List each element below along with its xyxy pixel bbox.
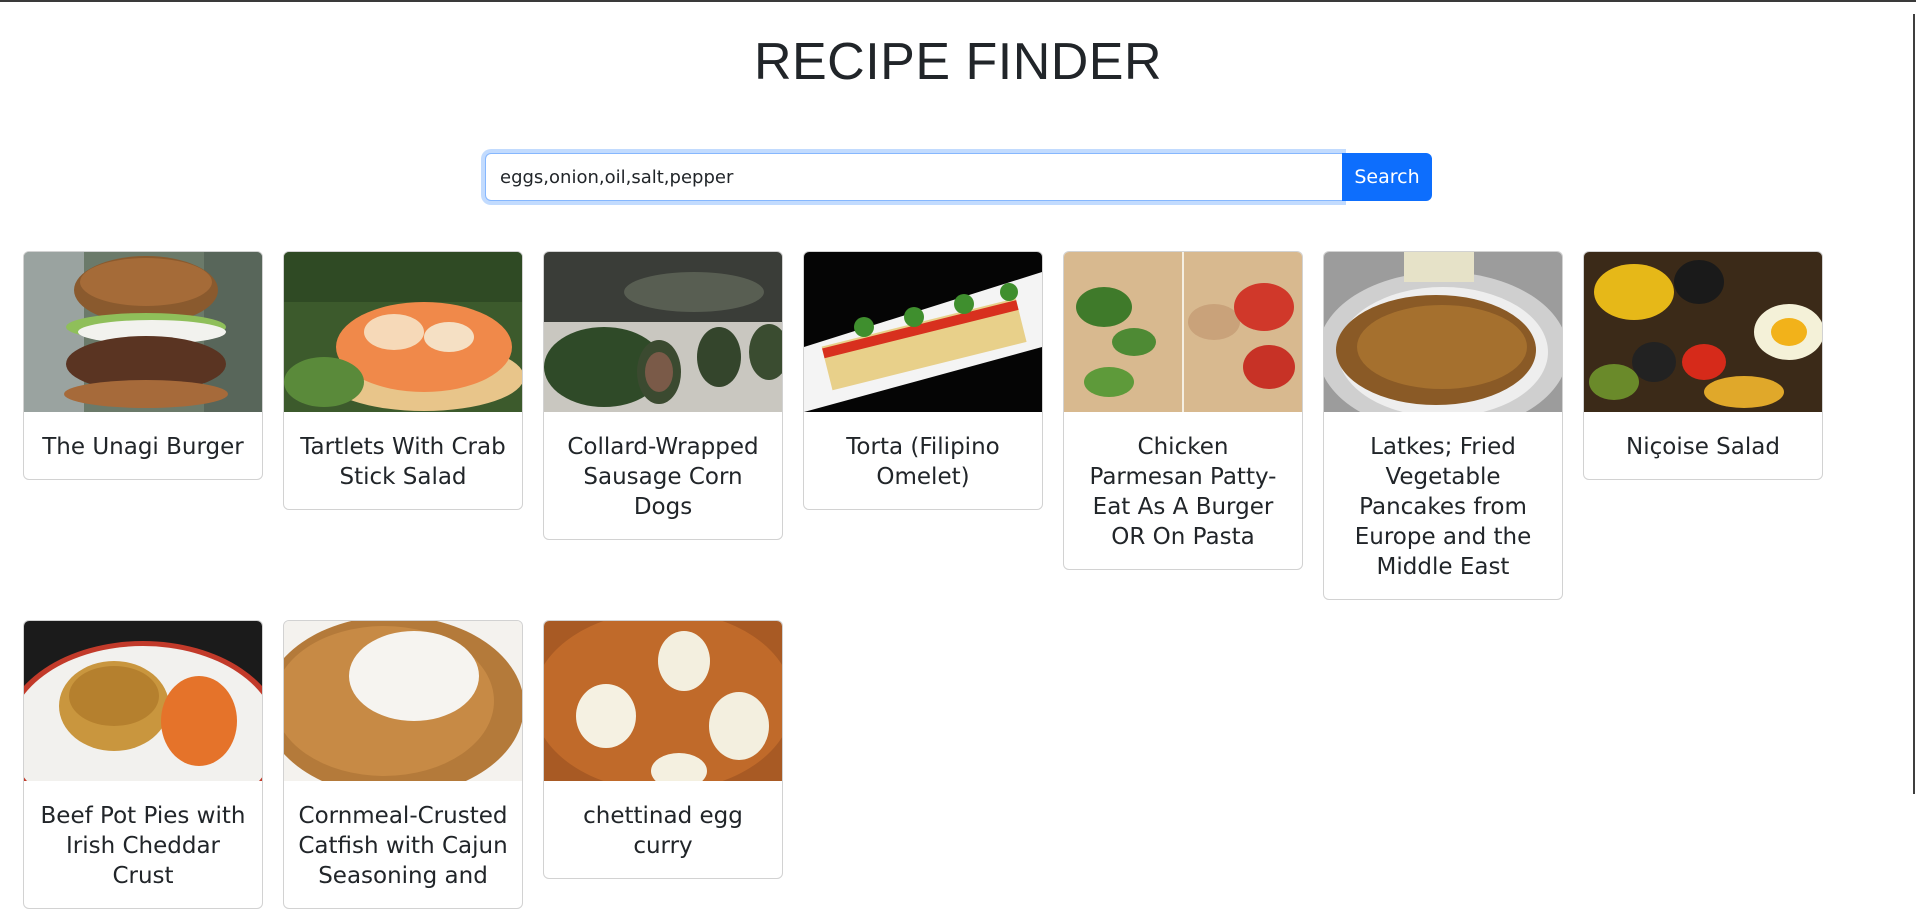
recipe-title: Latkes; Fried Vegetable Pancakes from Eu… (1354, 434, 1532, 580)
recipe-grid: The Unagi Burger Tartlets With Crab Stic… (23, 251, 1823, 909)
recipe-card[interactable]: Latkes; Fried Vegetable Pancakes from Eu… (1323, 251, 1563, 600)
search-input[interactable] (485, 153, 1342, 201)
recipe-image (1324, 252, 1562, 412)
recipe-image (24, 621, 262, 781)
recipe-card[interactable]: Chicken Parmesan Patty- Eat As A Burger … (1063, 251, 1303, 570)
recipe-title: Chicken Parmesan Patty- Eat As A Burger … (1089, 434, 1277, 550)
recipe-card[interactable]: Cornmeal-Crusted Catfish with Cajun Seas… (283, 620, 523, 909)
scrollbar-thumb[interactable] (1913, 14, 1915, 794)
recipe-title: Tartlets With Crab Stick Salad (300, 434, 506, 490)
recipe-title: Collard-Wrapped Sausage Corn Dogs (567, 434, 759, 520)
recipe-title: Torta (Filipino Omelet) (846, 434, 1000, 490)
search-bar: Search (485, 153, 1432, 201)
recipe-title: Cornmeal-Crusted Catfish with Cajun Seas… (298, 803, 508, 889)
recipe-title: Beef Pot Pies with Irish Cheddar Crust (40, 803, 246, 889)
recipe-title: Niçoise Salad (1626, 434, 1780, 460)
recipe-card[interactable]: Tartlets With Crab Stick Salad (283, 251, 523, 510)
recipe-image (544, 252, 782, 412)
recipe-title: The Unagi Burger (42, 434, 244, 460)
recipe-card[interactable]: Collard-Wrapped Sausage Corn Dogs (543, 251, 783, 540)
recipe-card[interactable]: The Unagi Burger (23, 251, 263, 480)
search-button[interactable]: Search (1342, 153, 1432, 201)
recipe-title: chettinad egg curry (583, 803, 743, 859)
recipe-card[interactable]: Torta (Filipino Omelet) (803, 251, 1043, 510)
recipe-image (1584, 252, 1822, 412)
page-viewport: RECIPE FINDER Search The Unagi Burger (0, 2, 1897, 917)
recipe-image (284, 252, 522, 412)
recipe-image (544, 621, 782, 781)
recipe-image (804, 252, 1042, 412)
recipe-image (1064, 252, 1302, 412)
page-scrollbar[interactable] (1897, 2, 1916, 917)
recipe-card[interactable]: Beef Pot Pies with Irish Cheddar Crust (23, 620, 263, 909)
recipe-card[interactable]: Niçoise Salad (1583, 251, 1823, 480)
recipe-image (284, 621, 522, 781)
recipe-card[interactable]: chettinad egg curry (543, 620, 783, 879)
recipe-image (24, 252, 262, 412)
page-title: RECIPE FINDER (753, 33, 1163, 91)
